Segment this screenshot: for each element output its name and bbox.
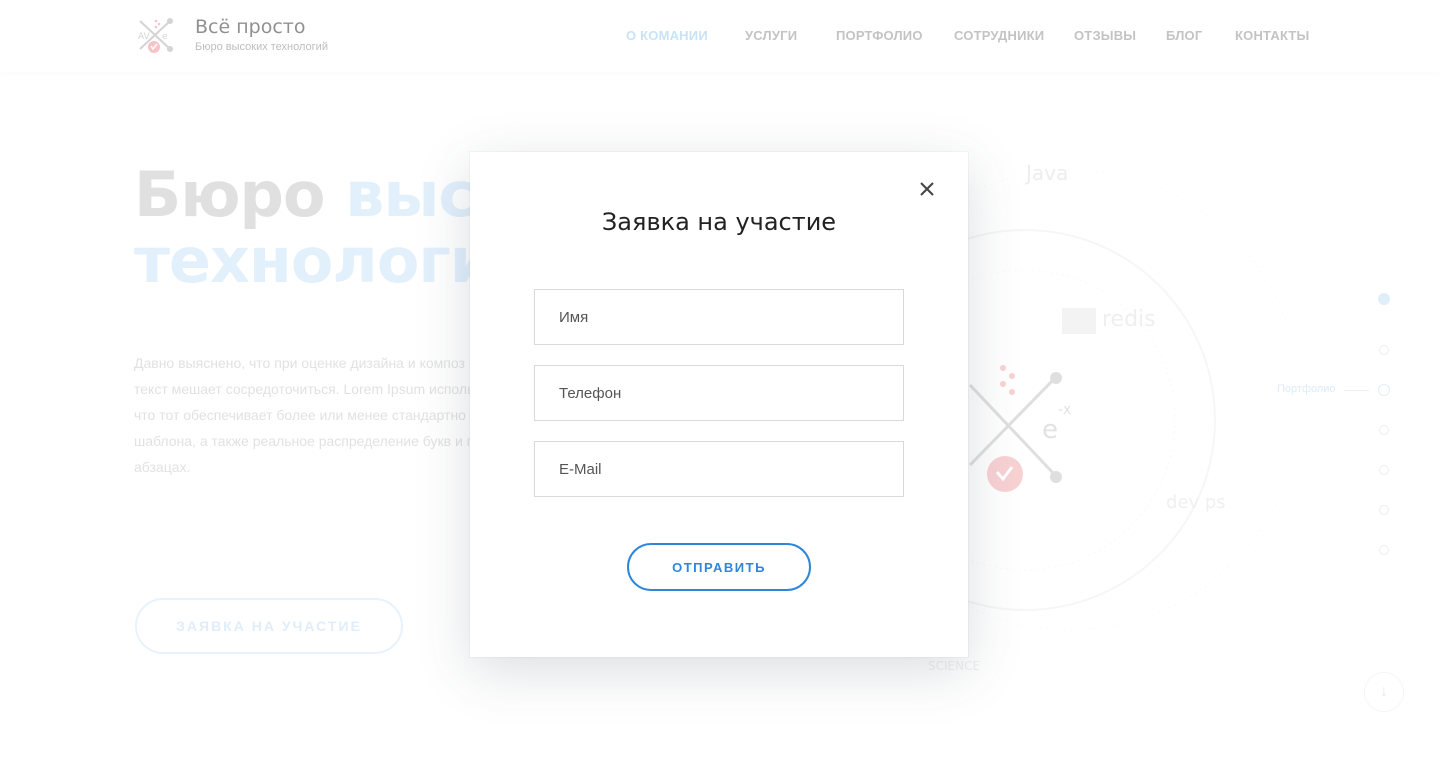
application-modal: Заявка на участие ОТПРАВИТЬ — [470, 152, 968, 657]
name-input[interactable] — [534, 289, 904, 345]
phone-input[interactable] — [534, 365, 904, 421]
email-input[interactable] — [534, 441, 904, 497]
close-icon[interactable] — [916, 178, 938, 200]
modal-title: Заявка на участие — [601, 208, 837, 236]
submit-button[interactable]: ОТПРАВИТЬ — [627, 543, 811, 591]
